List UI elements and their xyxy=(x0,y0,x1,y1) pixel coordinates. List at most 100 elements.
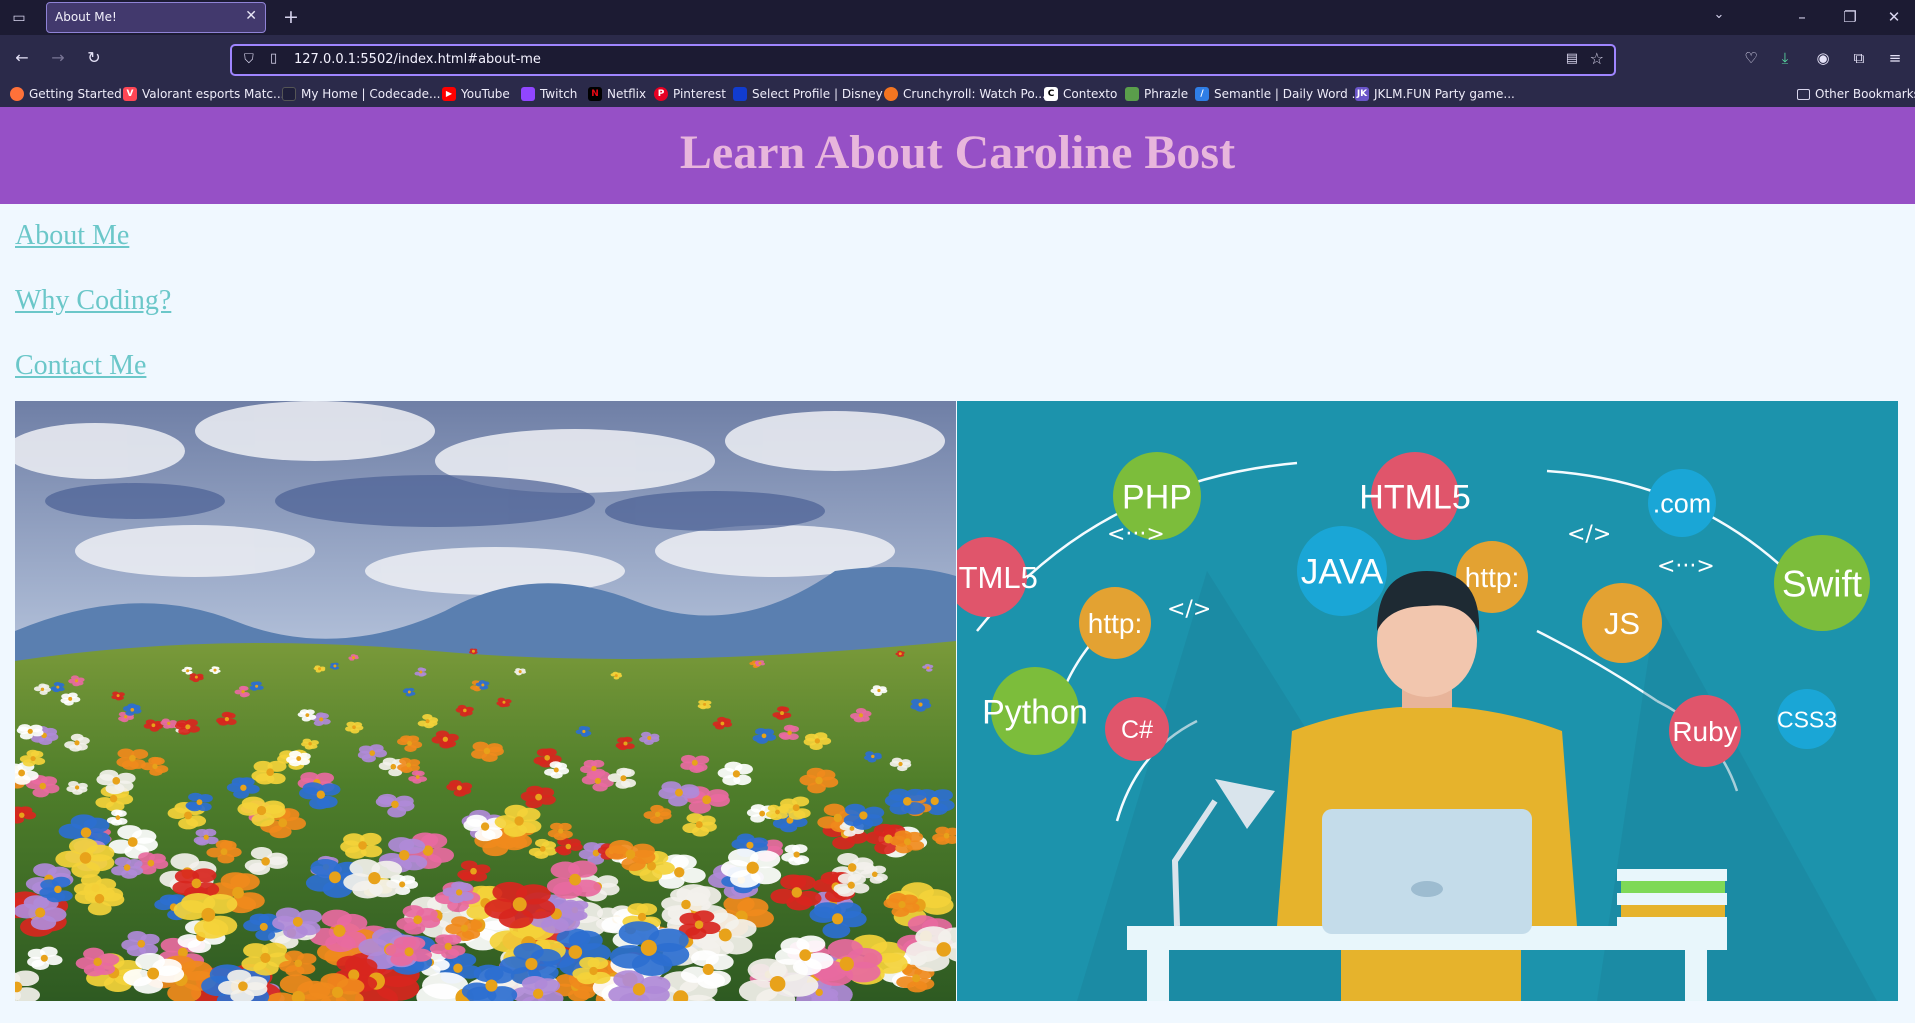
other-bookmarks[interactable]: Other Bookmarks xyxy=(1797,85,1915,103)
bookmark-semantle[interactable]: / Semantle | Daily Word ... xyxy=(1195,85,1363,103)
bookmark-star-icon[interactable]: ☆ xyxy=(1590,49,1604,68)
minimize-icon[interactable]: – xyxy=(1784,5,1820,29)
twitch-icon xyxy=(521,87,535,101)
back-arrow-icon[interactable]: ← xyxy=(10,47,34,69)
close-tab-icon[interactable]: ✕ xyxy=(245,8,257,24)
pocket-icon[interactable]: ♡ xyxy=(1738,46,1764,70)
bookmark-label: Select Profile | Disney+ xyxy=(752,87,893,101)
flower xyxy=(185,792,213,812)
language-bubble-label: Swift xyxy=(1782,563,1863,604)
contexto-icon: C xyxy=(1044,87,1058,101)
semantle-icon: / xyxy=(1195,87,1209,101)
language-bubble-label: http: xyxy=(1465,562,1519,593)
other-bookmarks-label: Other Bookmarks xyxy=(1815,87,1915,101)
flower xyxy=(340,832,383,859)
flower xyxy=(249,681,264,691)
phrazle-icon xyxy=(1125,87,1139,101)
pinterest-icon: P xyxy=(654,87,668,101)
menu-icon[interactable]: ≡ xyxy=(1882,46,1908,70)
language-bubble-label: CSS3 xyxy=(1777,706,1837,732)
language-bubble: CSS3 xyxy=(1777,689,1837,749)
youtube-icon: ▶ xyxy=(442,87,456,101)
site-header: Learn About Caroline Bost xyxy=(0,107,1915,204)
language-bubble: http: xyxy=(1079,587,1151,659)
codecademy-icon xyxy=(282,87,296,101)
close-window-icon[interactable]: ✕ xyxy=(1876,5,1912,29)
code-symbol: </> xyxy=(1167,597,1211,622)
restore-icon[interactable]: ❐ xyxy=(1832,5,1868,29)
shield-icon[interactable]: ⛉ xyxy=(244,52,254,67)
bookmark-label: Getting Started xyxy=(29,87,122,101)
bookmark-jklm[interactable]: JK JKLM.FUN Party game... xyxy=(1355,85,1515,103)
nav-link-contact-me[interactable]: Contact Me xyxy=(15,350,146,382)
bookmark-getting-started[interactable]: Getting Started xyxy=(10,85,122,103)
language-bubble-label: JS xyxy=(1604,606,1640,641)
bookmark-label: Semantle | Daily Word ... xyxy=(1214,87,1364,101)
url-text[interactable]: 127.0.0.1:5502/index.html#about-me xyxy=(294,52,541,67)
account-icon[interactable]: ◉ xyxy=(1810,46,1836,70)
language-bubble: .com xyxy=(1648,469,1716,537)
extensions-icon[interactable]: ⧉ xyxy=(1846,46,1872,70)
reader-view-icon[interactable]: ▤ xyxy=(1566,51,1578,66)
language-bubble-label: Python xyxy=(982,693,1088,731)
language-bubble: Ruby xyxy=(1669,695,1741,767)
new-tab-icon[interactable]: + xyxy=(280,5,302,29)
page-content: About Me Why Coding? Contact Me PHP HTML… xyxy=(0,204,1915,1023)
flower xyxy=(286,750,311,767)
page-info-icon[interactable]: ▯ xyxy=(270,51,277,66)
bookmark-valorant[interactable]: V Valorant esports Matc... xyxy=(123,85,284,103)
code-symbol: <···> xyxy=(1107,522,1165,547)
bookmark-label: Crunchyroll: Watch Po... xyxy=(903,87,1046,101)
bookmarks-toolbar: Getting Started V Valorant esports Matc.… xyxy=(0,81,1915,107)
jklm-icon: JK xyxy=(1355,87,1369,101)
address-bar[interactable]: ⛉ ▯ 127.0.0.1:5502/index.html#about-me ▤… xyxy=(230,44,1616,76)
page-title: Learn About Caroline Bost xyxy=(679,126,1236,179)
language-bubble-label: HTML5 xyxy=(1359,478,1470,516)
firefox-icon xyxy=(10,87,24,101)
code-symbol: <···> xyxy=(1657,554,1715,579)
browser-navbar: ← → ↻ ⛉ ▯ 127.0.0.1:5502/index.html#abou… xyxy=(0,35,1915,81)
download-icon[interactable]: ⤓ xyxy=(1772,46,1798,70)
flower-field-painting xyxy=(15,401,956,1001)
valorant-icon: V xyxy=(123,87,137,101)
bookmark-label: Phrazle xyxy=(1144,87,1189,101)
language-bubble-label: PHP xyxy=(1122,478,1192,516)
code-symbol: </> xyxy=(1567,522,1611,547)
language-bubble-label: Ruby xyxy=(1672,716,1737,747)
tab-list-icon[interactable]: ▭ xyxy=(8,8,30,28)
bookmark-pinterest[interactable]: P Pinterest xyxy=(654,85,726,103)
bookmark-label: My Home | Codecade... xyxy=(301,87,441,101)
browser-titlebar: ▭ About Me! ✕ + ⌄ – ❐ ✕ xyxy=(0,0,1915,35)
nav-link-about-me[interactable]: About Me xyxy=(15,220,129,252)
reload-icon[interactable]: ↻ xyxy=(82,47,106,69)
forward-arrow-icon[interactable]: → xyxy=(46,47,70,69)
bookmark-label: Contexto xyxy=(1063,87,1118,101)
chevron-down-icon[interactable]: ⌄ xyxy=(1708,7,1730,22)
bookmark-label: Valorant esports Matc... xyxy=(142,87,285,101)
coding-illustration: PHP HTML5 .com HTML5 JAVA http: Swift http: JS Py… xyxy=(957,401,1898,1001)
bookmark-label: Twitch xyxy=(540,87,578,101)
language-bubble-label: C# xyxy=(1121,716,1153,744)
bookmark-label: YouTube xyxy=(461,87,510,101)
bookmark-contexto[interactable]: C Contexto xyxy=(1044,85,1117,103)
bookmark-disney[interactable]: Select Profile | Disney+ xyxy=(733,85,893,103)
disney-icon xyxy=(733,87,747,101)
bookmark-label: JKLM.FUN Party game... xyxy=(1374,87,1515,101)
browser-tab-active[interactable]: About Me! ✕ xyxy=(46,2,266,33)
language-bubble: Swift xyxy=(1774,535,1870,631)
language-bubble: JS xyxy=(1582,583,1662,663)
bookmark-codecademy[interactable]: My Home | Codecade... xyxy=(282,85,441,103)
nav-link-why-coding[interactable]: Why Coding? xyxy=(15,285,171,317)
language-bubble-label: .com xyxy=(1653,489,1712,519)
bookmark-phrazle[interactable]: Phrazle xyxy=(1125,85,1188,103)
bookmark-youtube[interactable]: ▶ YouTube xyxy=(442,85,510,103)
language-bubble: JAVA xyxy=(1297,526,1387,616)
bookmark-twitch[interactable]: Twitch xyxy=(521,85,577,103)
netflix-icon: N xyxy=(588,87,602,101)
crunchyroll-icon xyxy=(884,87,898,101)
flower xyxy=(193,828,219,846)
language-bubble-label: JAVA xyxy=(1301,553,1384,592)
bookmark-crunchyroll[interactable]: Crunchyroll: Watch Po... xyxy=(884,85,1046,103)
tab-title: About Me! xyxy=(55,10,117,24)
bookmark-netflix[interactable]: N Netflix xyxy=(588,85,646,103)
